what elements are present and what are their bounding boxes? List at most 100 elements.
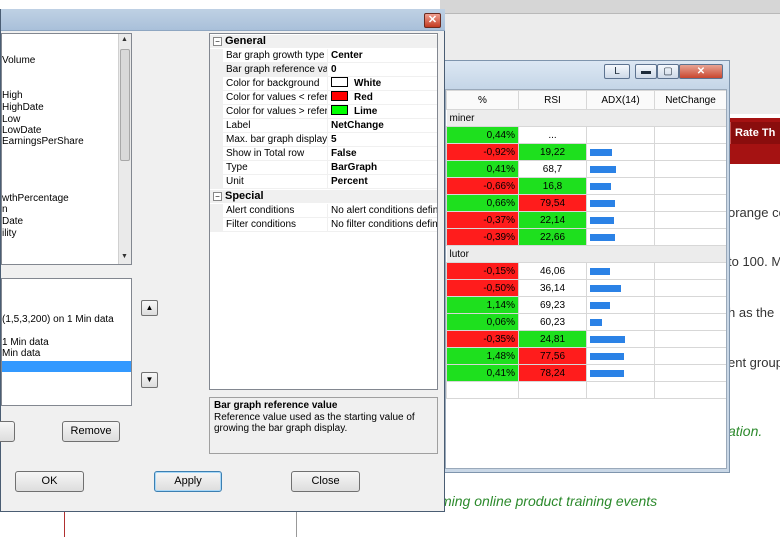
category-special[interactable]: − Special (210, 190, 437, 203)
available-fields-list[interactable]: Volume High HighDate Low LowDate Earning… (1, 33, 132, 265)
list-item[interactable]: wthPercentage (2, 193, 69, 205)
rate-nav-button[interactable]: Rate Th (730, 122, 780, 144)
close-icon[interactable]: ✕ (424, 13, 441, 28)
column-header-adx[interactable]: ADX(14) (586, 90, 655, 110)
property-row[interactable]: Color for background White (210, 77, 437, 91)
property-name[interactable]: Max. bar graph display (223, 133, 328, 147)
property-value[interactable]: NetChange (329, 119, 437, 133)
netchange-cell (654, 296, 726, 314)
column-header-pct[interactable]: % (446, 90, 519, 110)
property-row[interactable]: Alert conditions No alert conditions defi… (210, 204, 437, 218)
property-row[interactable]: Color for values < refer Red (210, 91, 437, 105)
scroll-up-icon[interactable]: ▲ (121, 36, 128, 43)
pct-cell: -0,39% (446, 228, 519, 246)
selected-columns-list[interactable]: (1,5,3,200) on 1 Min data 1 Min data Min… (1, 278, 132, 406)
property-value[interactable]: Percent (329, 175, 437, 189)
close-icon[interactable]: ✕ (679, 64, 723, 79)
property-value[interactable]: No alert conditions define (329, 204, 437, 218)
pct-cell: -0,37% (446, 211, 519, 229)
apply-button[interactable]: Apply (154, 471, 222, 492)
group-header-row[interactable]: lutor (446, 245, 726, 263)
table-row[interactable]: 1,48% 77,56 (446, 347, 726, 365)
table-row[interactable]: 0,06% 60,23 (446, 313, 726, 331)
property-row[interactable]: Type BarGraph (210, 161, 437, 175)
table-row[interactable]: 0,41% 68,7 (446, 160, 726, 178)
property-name[interactable]: Bar graph growth type (223, 49, 328, 63)
property-name[interactable]: Show in Total row (223, 147, 328, 161)
property-row[interactable]: Bar graph reference val 0 (210, 63, 437, 77)
category-general[interactable]: − General (210, 35, 437, 48)
property-name[interactable]: Color for values < refer (223, 91, 328, 105)
table-row[interactable]: 0,44%... (446, 126, 726, 144)
list-item[interactable]: Date (2, 216, 23, 228)
list-item[interactable]: Min data (2, 348, 40, 360)
table-row[interactable]: -0,39% 22,66 (446, 228, 726, 246)
ok-button[interactable]: OK (15, 471, 84, 492)
property-name[interactable]: Bar graph reference val (223, 63, 328, 77)
property-row[interactable]: Max. bar graph display 5 (210, 133, 437, 147)
selected-list-item[interactable] (2, 361, 131, 372)
column-header-netchange[interactable]: NetChange (654, 90, 726, 110)
move-down-button[interactable]: ▼ (141, 372, 158, 388)
property-row[interactable]: Filter conditions No filter conditions de… (210, 218, 437, 232)
table-row[interactable]: -0,15% 46,06 (446, 262, 726, 280)
rsi-cell: 22,14 (518, 211, 587, 229)
property-name[interactable]: Color for values > refer (223, 105, 328, 119)
property-value[interactable]: 5 (329, 133, 437, 147)
table-row[interactable]: -0,37% 22,14 (446, 211, 726, 229)
scroll-thumb[interactable] (120, 49, 130, 161)
list-item[interactable]: High (2, 90, 23, 102)
property-value[interactable]: BarGraph (329, 161, 437, 175)
collapse-icon[interactable]: − (213, 192, 222, 201)
list-item[interactable]: EarningsPerShare (2, 136, 84, 148)
table-row[interactable]: 0,66% 79,54 (446, 194, 726, 212)
list-item[interactable]: (1,5,3,200) on 1 Min data (2, 314, 114, 326)
property-name[interactable]: Filter conditions (223, 218, 328, 232)
property-grid[interactable]: − General Bar graph growth type Center Bar… (209, 33, 438, 390)
property-name[interactable]: Alert conditions (223, 204, 328, 218)
property-value[interactable]: White (329, 77, 437, 91)
scroll-down-icon[interactable]: ▼ (121, 253, 128, 260)
property-row[interactable]: Bar graph growth type Center (210, 49, 437, 63)
list-item[interactable]: Volume (2, 55, 35, 67)
table-row[interactable]: -0,66% 16,8 (446, 177, 726, 195)
table-row[interactable]: 1,14% 69,23 (446, 296, 726, 314)
table-row[interactable]: -0,50% 36,14 (446, 279, 726, 297)
list-item[interactable]: n (2, 204, 8, 216)
property-name[interactable]: Unit (223, 175, 328, 189)
add-button[interactable] (0, 421, 15, 442)
move-up-button[interactable]: ▲ (141, 300, 158, 316)
property-value[interactable]: Center (329, 49, 437, 63)
minimize-icon[interactable]: ▬ (635, 64, 657, 79)
property-row[interactable]: Unit Percent (210, 175, 437, 189)
property-name[interactable]: Label (223, 119, 328, 133)
empty-row (446, 381, 726, 399)
property-name[interactable]: Type (223, 161, 328, 175)
remove-button[interactable]: Remove (62, 421, 120, 442)
link-button[interactable]: L (604, 64, 630, 79)
property-row[interactable]: Show in Total row False (210, 147, 437, 161)
property-value[interactable]: No filter conditions defined (329, 218, 437, 232)
property-value[interactable]: Red (329, 91, 437, 105)
close-button[interactable]: Close (291, 471, 360, 492)
collapse-icon[interactable]: − (213, 37, 222, 46)
field-list-scrollbar[interactable]: ▲ ▼ (118, 34, 131, 264)
netchange-cell (654, 177, 726, 195)
property-row[interactable]: Color for values > refer Lime (210, 105, 437, 119)
web-training-link[interactable]: ming online product training events (440, 493, 657, 509)
list-item[interactable]: ility (2, 228, 16, 240)
table-row[interactable]: -0,92% 19,22 (446, 143, 726, 161)
column-header-rsi[interactable]: RSI (518, 90, 587, 110)
property-value[interactable]: Lime (329, 105, 437, 119)
list-item[interactable]: HighDate (2, 102, 44, 114)
property-value[interactable]: 0 (329, 63, 437, 77)
property-row[interactable]: Label NetChange (210, 119, 437, 133)
property-value[interactable]: False (329, 147, 437, 161)
dialog-titlebar[interactable]: ✕ (1, 9, 445, 31)
group-header-row[interactable]: miner (446, 109, 726, 127)
maximize-icon[interactable]: ▢ (657, 64, 679, 79)
table-row[interactable]: 0,41% 78,24 (446, 364, 726, 382)
property-name[interactable]: Color for background (223, 77, 328, 91)
radarscreen-titlebar[interactable]: L ▬ ▢ ✕ (441, 61, 729, 91)
table-row[interactable]: -0,35% 24,81 (446, 330, 726, 348)
